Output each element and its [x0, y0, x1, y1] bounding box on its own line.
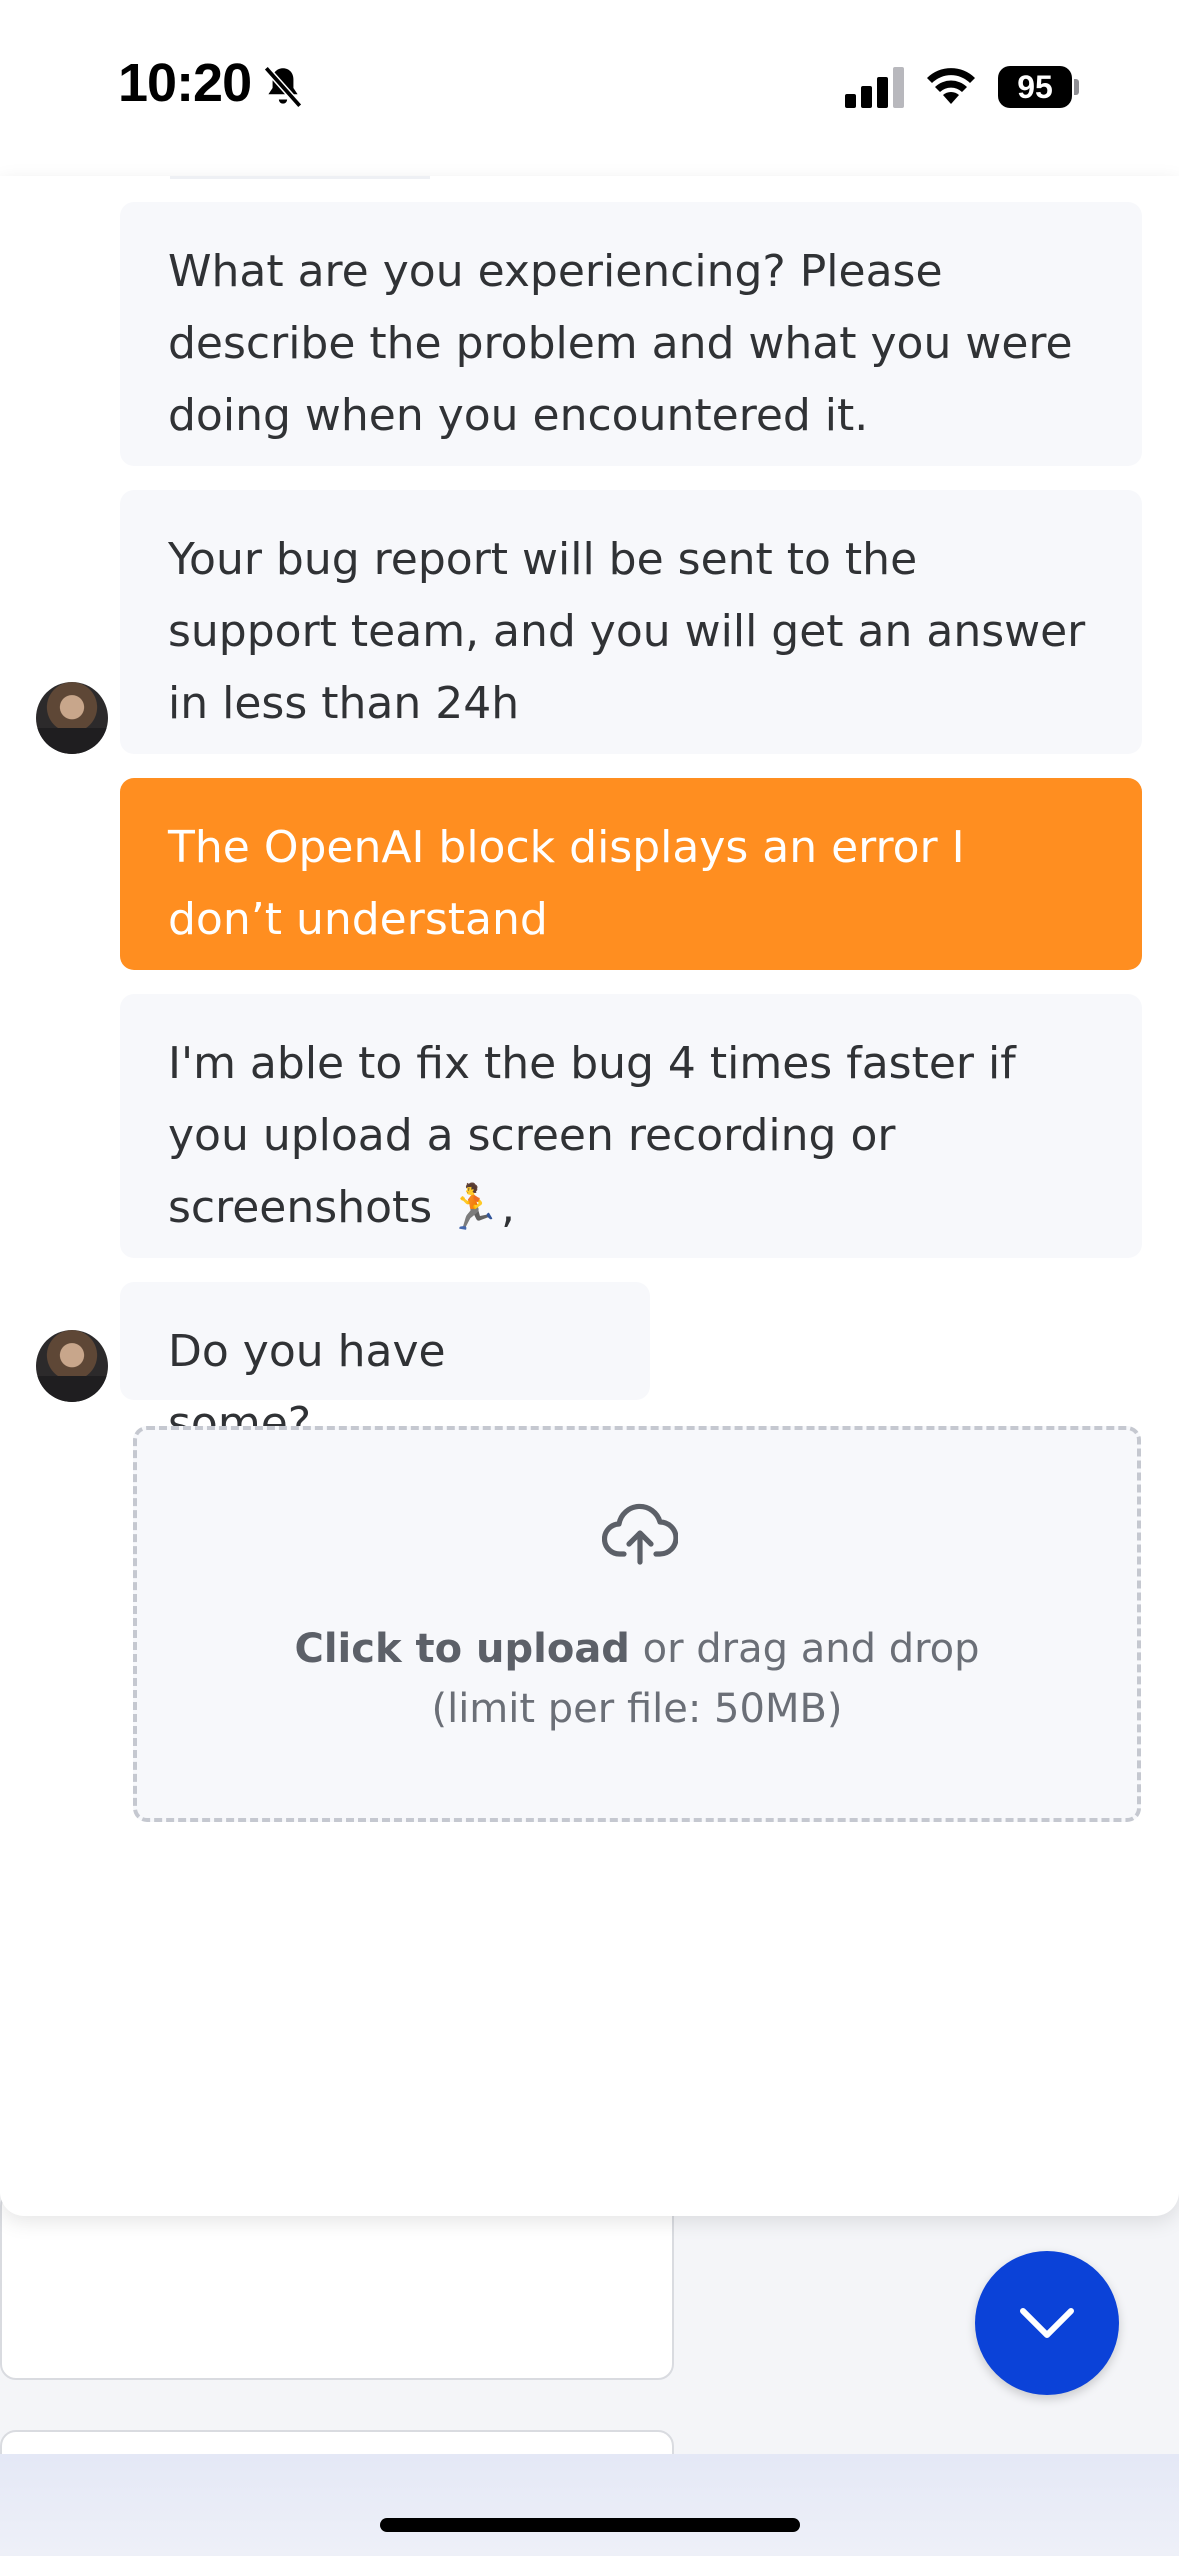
message-line: What are you experiencing? Please [168, 246, 943, 297]
battery-nub [1074, 79, 1079, 95]
upload-size-limit: (limit per file: 50MB) [431, 1686, 843, 1732]
background-card [0, 2190, 674, 2380]
message-line: screenshots 🏃, [168, 1182, 515, 1233]
drag-and-drop-text: or drag and drop [629, 1626, 980, 1672]
previous-message-edge [170, 176, 430, 179]
message-line: don’t understand [168, 894, 548, 945]
message-line: doing when you encountered it. [168, 390, 869, 441]
bot-avatar [36, 1330, 108, 1402]
bot-message-bubble: Do you have some? [120, 1282, 650, 1449]
click-to-upload-link[interactable]: Click to upload [294, 1626, 629, 1672]
bot-message-bubble: Your bug report will be sent to the supp… [120, 490, 1142, 754]
message-line: Your bug report will be sent to the [168, 534, 918, 585]
message-line: The OpenAI block displays an error I [168, 822, 965, 873]
bottom-toolbar [0, 2454, 1179, 2556]
home-indicator[interactable] [380, 2518, 800, 2532]
bot-message-bubble: I'm able to fix the bug 4 times faster i… [120, 994, 1142, 1258]
scroll-to-bottom-button[interactable] [975, 2251, 1119, 2395]
wifi-icon [927, 68, 975, 104]
cloud-upload-icon [602, 1503, 678, 1565]
user-message-bubble: The OpenAI block displays an error I don… [120, 778, 1142, 970]
battery-icon: 95 [998, 66, 1072, 108]
bot-message-bubble: What are you experiencing? Please descri… [120, 202, 1142, 466]
upload-instruction: Click to upload or drag and drop [137, 1626, 1137, 1672]
file-upload-dropzone[interactable]: Click to upload or drag and drop (limit … [133, 1426, 1141, 1822]
cellular-signal-icon [845, 67, 904, 108]
message-line: describe the problem and what you were [168, 318, 1073, 369]
bell-slash-icon [263, 66, 303, 108]
message-line: in less than 24h [168, 678, 520, 729]
status-bar: 10:20 95 [0, 0, 1179, 176]
chevron-down-icon [1020, 2308, 1074, 2338]
message-line: support team, and you will get an answer [168, 606, 1086, 657]
bot-avatar [36, 682, 108, 754]
chat-panel[interactable]: What are you experiencing? Please descri… [0, 176, 1179, 2216]
message-line: you upload a screen recording or [168, 1110, 896, 1161]
status-time: 10:20 [118, 53, 252, 113]
message-line: I'm able to fix the bug 4 times faster i… [168, 1038, 1016, 1089]
